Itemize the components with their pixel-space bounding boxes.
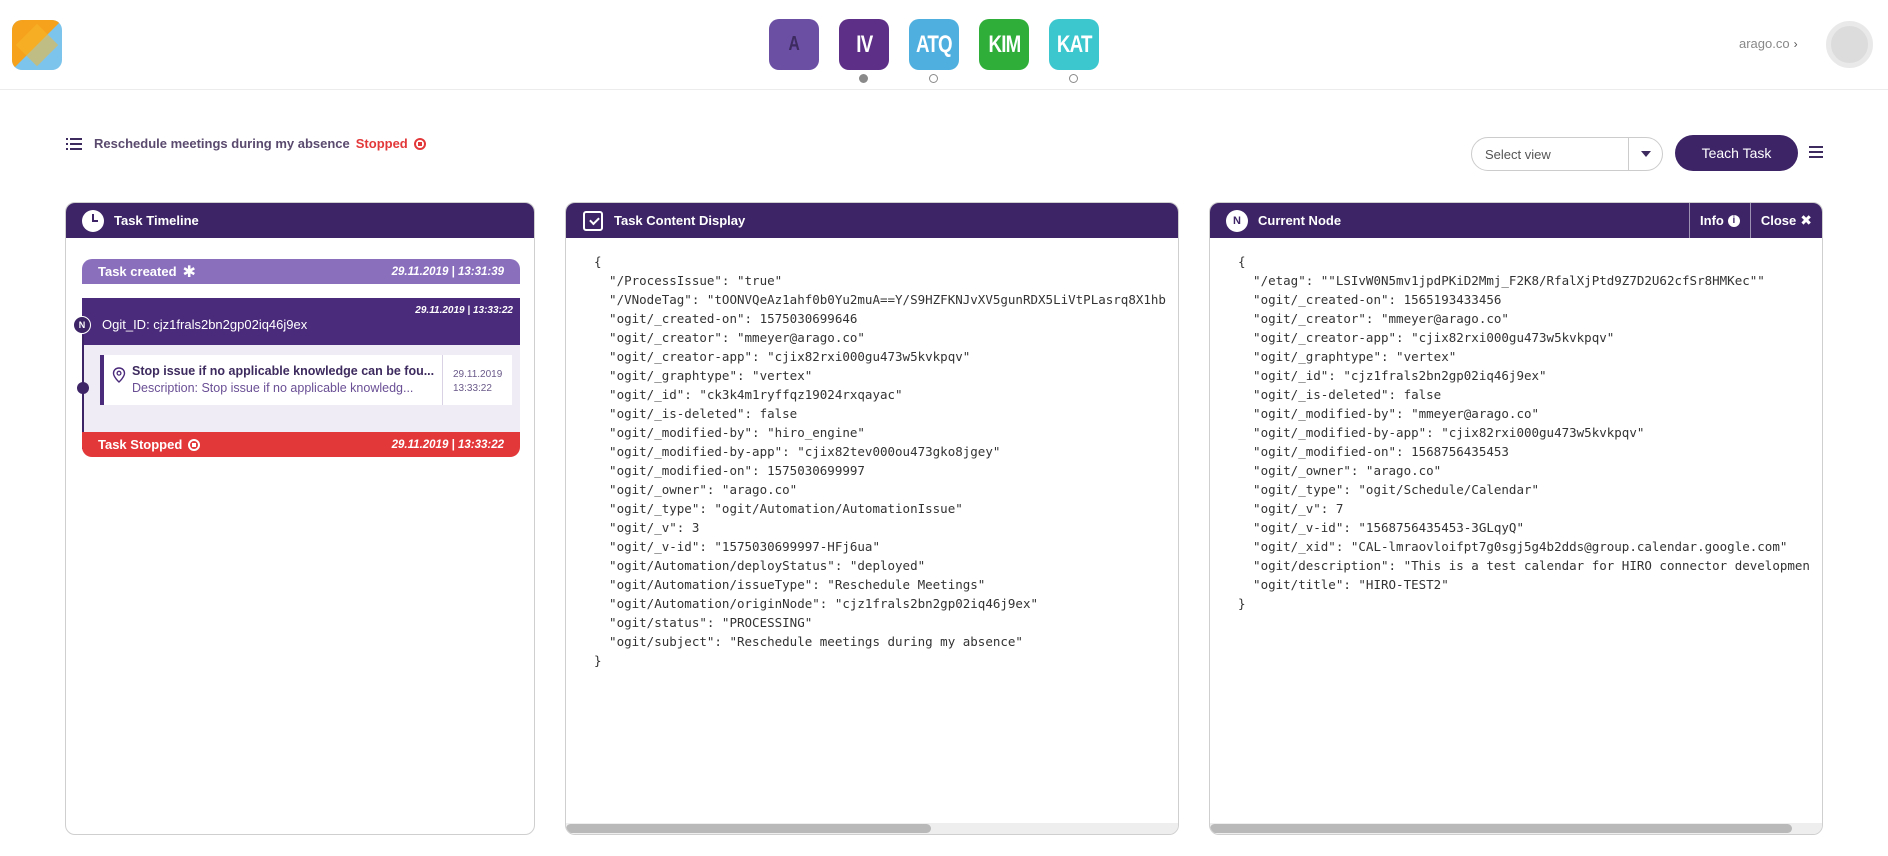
app-tile-a[interactable]: A — [769, 19, 819, 70]
list-icon[interactable] — [66, 137, 82, 150]
created-label: Task created — [98, 264, 177, 279]
app-logo[interactable] — [12, 20, 62, 70]
panel-header: Task Timeline — [66, 203, 534, 238]
timeline-stopped-event: Task Stopped 29.11.2019 | 13:33:22 — [82, 432, 520, 457]
task-header: Reschedule meetings during my absence St… — [66, 136, 426, 151]
timeline-node[interactable]: Ogit_ID: cjz1frals2bn2gp02iq46j9ex 29.11… — [73, 298, 520, 449]
menu-icon[interactable] — [1809, 146, 1823, 158]
horizontal-scrollbar[interactable] — [566, 823, 1178, 834]
scrollbar-thumb[interactable] — [1210, 824, 1792, 833]
issue-title: Stop issue if no applicable knowledge ca… — [132, 364, 435, 378]
app-tile-kim[interactable]: KIM — [979, 19, 1029, 70]
app-indicator-dot — [929, 74, 938, 83]
info-icon: i — [1727, 214, 1740, 227]
app-tile-iv[interactable]: IV — [839, 19, 889, 70]
timeline-dot — [77, 382, 89, 394]
chevron-right-icon: › — [1793, 37, 1798, 51]
info-button[interactable]: Info i — [1689, 203, 1750, 238]
task-status: Stopped — [355, 136, 408, 151]
checkbox-icon — [582, 210, 604, 232]
org-switcher[interactable]: arago.co › — [1739, 36, 1798, 51]
stopped-label: Task Stopped — [98, 437, 183, 452]
node-id: Ogit_ID: cjz1frals2bn2gp02iq46j9ex — [102, 317, 308, 332]
panel-title: Task Timeline — [114, 213, 199, 228]
asterisk-icon: ✱ — [182, 263, 196, 281]
task-content-json: { "/ProcessIssue": "true" "/VNodeTag": "… — [594, 254, 1166, 668]
chevron-down-icon[interactable] — [1628, 138, 1662, 170]
panel-header: Task Content Display — [566, 203, 1178, 238]
close-button[interactable]: Close ✖ — [1749, 203, 1822, 238]
pin-icon — [112, 367, 128, 405]
app-indicator-dot — [859, 74, 868, 83]
current-node-json: { "/etag": ""LSIvW0N5mv1jpdPKiD2Mmj_F2K8… — [1238, 254, 1810, 611]
avatar[interactable] — [1826, 21, 1873, 68]
current-node-panel: N Current Node Info i Close ✖ { "/etag": "… — [1209, 202, 1823, 835]
panel-header: N Current Node Info i Close ✖ — [1210, 203, 1822, 238]
issue-date: 29.11.2019 13:33:22 — [442, 355, 512, 405]
stop-icon — [188, 438, 201, 451]
horizontal-scrollbar[interactable] — [1210, 823, 1822, 834]
issue-description: Description: Stop issue if no applicable… — [132, 381, 414, 395]
teach-task-button[interactable]: Teach Task — [1675, 135, 1798, 171]
clock-icon — [82, 209, 104, 232]
select-view-dropdown[interactable]: Select view — [1471, 137, 1663, 171]
select-view-value: Select view — [1485, 146, 1551, 162]
node-header: Ogit_ID: cjz1frals2bn2gp02iq46j9ex 29.11… — [82, 298, 520, 345]
app-indicator-dot — [1069, 74, 1078, 83]
scrollbar-thumb[interactable] — [566, 824, 931, 833]
panel-title: Task Content Display — [614, 213, 746, 228]
task-name: Reschedule meetings during my absence — [94, 136, 350, 151]
task-content-panel: Task Content Display { "/ProcessIssue": … — [565, 202, 1179, 835]
issue-card[interactable]: Stop issue if no applicable knowledge ca… — [100, 355, 512, 405]
created-date: 29.11.2019 | 13:31:39 — [391, 265, 504, 278]
stopped-date: 29.11.2019 | 13:33:22 — [391, 438, 504, 451]
panel-title: Current Node — [1258, 213, 1342, 228]
node-icon: N — [1226, 209, 1248, 232]
app-tile-atq[interactable]: ATQ — [909, 19, 959, 70]
stop-icon — [413, 137, 426, 150]
timeline-created-event: Task created ✱ 29.11.2019 | 13:31:39 — [82, 259, 520, 284]
top-bar: A IV ATQ KIM KAT arago.co › — [0, 0, 1888, 90]
app-tile-kat[interactable]: KAT — [1049, 19, 1099, 70]
task-timeline-panel: Task Timeline Task created ✱ 29.11.2019 … — [65, 202, 535, 835]
node-icon: N — [73, 316, 91, 334]
node-date: 29.11.2019 | 13:33:22 — [415, 305, 513, 316]
close-icon: ✖ — [1800, 212, 1812, 228]
org-label: arago.co — [1739, 36, 1790, 51]
